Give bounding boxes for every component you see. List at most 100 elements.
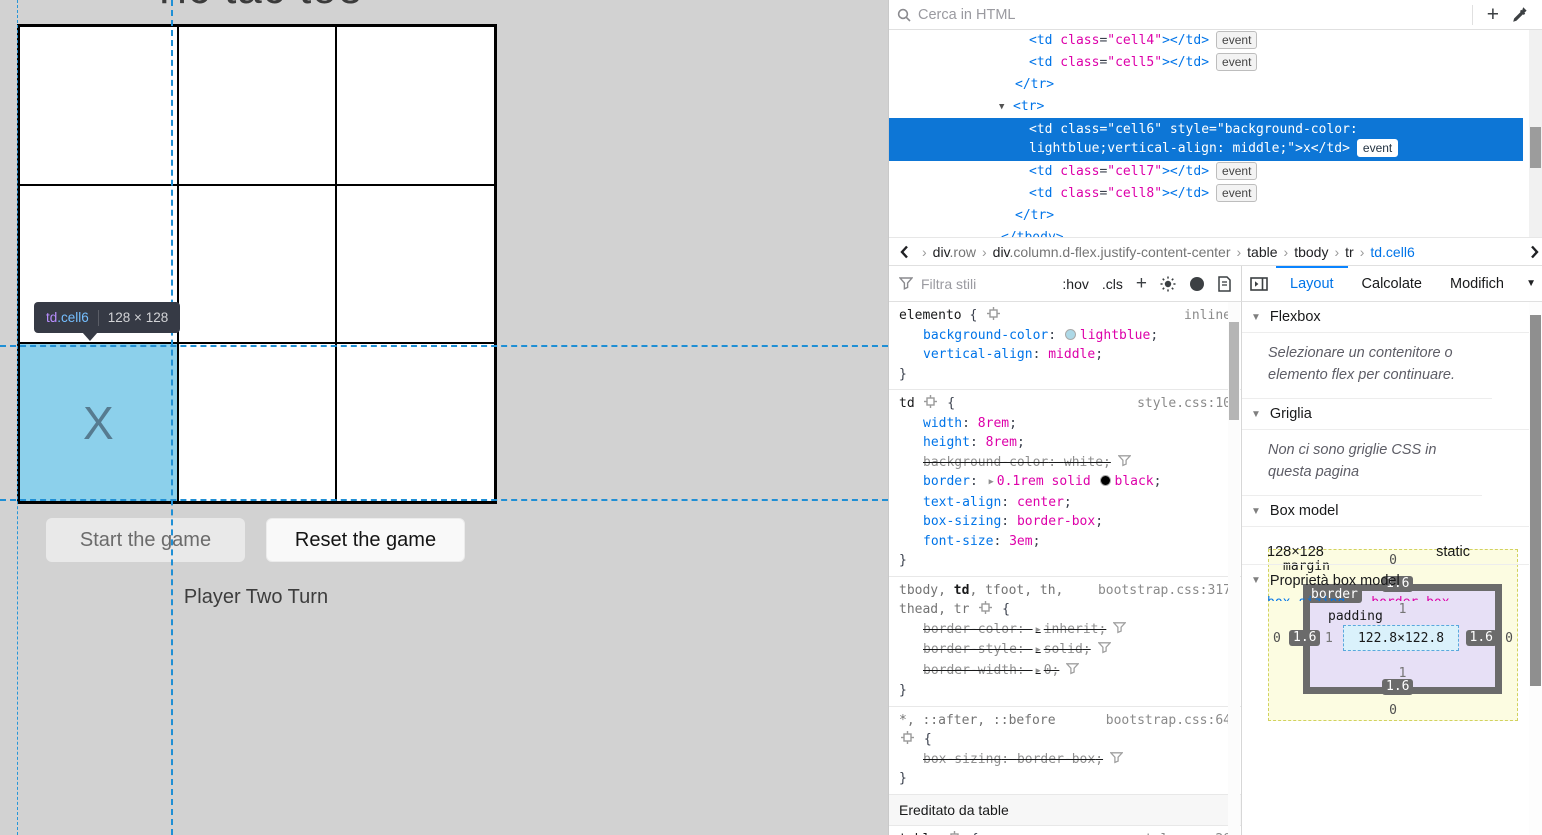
scrollbar-thumb[interactable] bbox=[1530, 127, 1541, 168]
css-declaration[interactable]: border-style: ▶solid; bbox=[899, 640, 1231, 661]
css-rule[interactable]: bootstrap.css:64*, ::after, ::before {bo… bbox=[889, 707, 1241, 795]
highlight-selector-icon[interactable] bbox=[987, 307, 1000, 320]
html-search-bar[interactable]: Cerca in HTML + bbox=[889, 0, 1542, 30]
filter-icon[interactable] bbox=[1110, 752, 1123, 764]
expander-icon[interactable]: ▼ bbox=[999, 96, 1013, 118]
inspector-row[interactable]: <td class="cell8"></td>event bbox=[889, 183, 1523, 205]
board-cell[interactable] bbox=[336, 343, 495, 502]
padding-top-value[interactable]: 1 bbox=[1310, 602, 1495, 617]
grid-section-header[interactable]: ▼ Griglia bbox=[1242, 399, 1542, 430]
event-badge[interactable]: event bbox=[1216, 162, 1257, 180]
css-declaration[interactable]: height: 8rem; bbox=[899, 433, 1231, 453]
stylesheet-link[interactable]: inline bbox=[1184, 306, 1231, 326]
css-declaration[interactable]: background-color: lightblue; bbox=[899, 326, 1231, 346]
flexbox-section-header[interactable]: ▼ Flexbox bbox=[1242, 302, 1542, 333]
pseudo-class-button[interactable]: :hov bbox=[1062, 276, 1088, 292]
event-badge[interactable]: event bbox=[1357, 139, 1398, 157]
filter-styles-placeholder[interactable]: Filtra stili bbox=[921, 276, 1049, 292]
board-cell[interactable] bbox=[336, 26, 495, 185]
border-right-value[interactable]: 1.6 bbox=[1466, 630, 1497, 646]
inspector-row[interactable]: </tr> bbox=[889, 74, 1523, 96]
breadcrumb-item[interactable]: tbody bbox=[1294, 244, 1328, 260]
border-left-value[interactable]: 1.6 bbox=[1289, 630, 1320, 646]
css-declaration[interactable]: box-sizing: border-box; bbox=[899, 750, 1231, 770]
breadcrumb-item[interactable]: td.cell6 bbox=[1370, 244, 1414, 260]
boxmodel-properties-header[interactable]: ▼ Proprietà box model bbox=[1242, 565, 1542, 596]
tab-computed[interactable]: Calcolate bbox=[1348, 266, 1436, 302]
add-rule-button[interactable]: + bbox=[1136, 273, 1147, 295]
margin-bottom-value[interactable]: 0 bbox=[1269, 703, 1517, 718]
css-rule[interactable]: bootstrap.css:317tbody, td, tfoot, th,th… bbox=[889, 577, 1241, 707]
light-theme-icon[interactable] bbox=[1160, 276, 1176, 292]
inspector-row[interactable]: <td class="cell5"></td>event bbox=[889, 52, 1523, 74]
breadcrumb-scroll-right-icon[interactable] bbox=[1529, 245, 1540, 259]
css-declaration[interactable]: border-width: ▶0; bbox=[899, 661, 1231, 682]
inspector-row[interactable]: <td class="cell6" style="background-colo… bbox=[889, 118, 1523, 161]
padding-left-value[interactable]: 1 bbox=[1325, 631, 1333, 646]
event-badge[interactable]: event bbox=[1216, 53, 1257, 71]
filter-icon[interactable] bbox=[1118, 455, 1131, 467]
board-cell[interactable] bbox=[178, 343, 337, 502]
board-cell[interactable] bbox=[178, 185, 337, 344]
breadcrumb-item[interactable]: div.row bbox=[933, 244, 976, 260]
stylesheet-link[interactable]: bootstrap.css:317 bbox=[1098, 581, 1231, 601]
filter-icon[interactable] bbox=[1066, 663, 1079, 675]
breadcrumb-item[interactable]: table bbox=[1247, 244, 1277, 260]
class-toggle-button[interactable]: .cls bbox=[1102, 276, 1123, 292]
css-declaration[interactable]: width: 8rem; bbox=[899, 414, 1231, 434]
css-rule[interactable]: style.css:20table { bbox=[889, 826, 1241, 835]
css-declaration[interactable]: border-color: ▶inherit; bbox=[899, 620, 1231, 641]
css-declaration[interactable]: text-align: center; bbox=[899, 493, 1231, 513]
stylesheet-link[interactable]: style.css:20 bbox=[1137, 830, 1231, 835]
stylesheet-link[interactable]: style.css:10 bbox=[1137, 394, 1231, 414]
css-rule[interactable]: inlineelemento { background-color: light… bbox=[889, 302, 1241, 390]
start-game-button[interactable]: Start the game bbox=[46, 518, 245, 562]
breadcrumb-scroll-left-icon[interactable] bbox=[899, 245, 910, 259]
stylesheet-icon[interactable] bbox=[1218, 276, 1231, 292]
css-rule[interactable]: style.css:10td {width: 8rem;height: 8rem… bbox=[889, 390, 1241, 577]
rules-scrollbar[interactable] bbox=[1228, 302, 1240, 835]
filter-icon[interactable] bbox=[1098, 642, 1111, 654]
tab-layout[interactable]: Layout bbox=[1276, 266, 1348, 302]
board-cell-highlighted[interactable]: X bbox=[19, 343, 178, 502]
board-cell[interactable] bbox=[19, 26, 178, 185]
boxmodel-section-header[interactable]: ▼ Box model bbox=[1242, 496, 1542, 527]
margin-right-value[interactable]: 0 bbox=[1505, 631, 1513, 646]
inspector-row[interactable]: <td class="cell7"></td>event bbox=[889, 161, 1523, 183]
css-declaration[interactable]: vertical-align: middle; bbox=[899, 345, 1231, 365]
reset-game-button[interactable]: Reset the game bbox=[266, 518, 465, 562]
panel-menu-icon[interactable]: ▼ bbox=[1526, 278, 1536, 289]
highlight-selector-icon[interactable] bbox=[924, 395, 937, 408]
css-declaration[interactable]: background-color: white; bbox=[899, 453, 1231, 473]
boxmodel-content-box[interactable]: 122.8×122.8 bbox=[1343, 625, 1459, 651]
print-simulation-icon[interactable] bbox=[1189, 276, 1205, 292]
css-declaration[interactable]: border: ▶0.1rem solid black; bbox=[899, 472, 1231, 493]
highlight-selector-icon[interactable] bbox=[948, 831, 961, 835]
breadcrumb-item[interactable]: div.column.d-flex.justify-content-center bbox=[993, 244, 1231, 260]
color-swatch[interactable] bbox=[1065, 329, 1076, 340]
board-cell[interactable] bbox=[178, 26, 337, 185]
board-cell[interactable] bbox=[336, 185, 495, 344]
stylesheet-link[interactable]: bootstrap.css:64 bbox=[1106, 711, 1231, 731]
color-swatch[interactable] bbox=[1100, 475, 1111, 486]
inspector-row[interactable]: </tbody> bbox=[889, 227, 1523, 237]
expand-panel-icon[interactable] bbox=[1242, 277, 1276, 291]
create-node-button[interactable]: + bbox=[1481, 5, 1505, 25]
inspector-row[interactable]: <td class="cell4"></td>event bbox=[889, 30, 1523, 52]
scrollbar-thumb[interactable] bbox=[1229, 322, 1239, 420]
eyedropper-icon[interactable] bbox=[1505, 6, 1534, 23]
highlight-selector-icon[interactable] bbox=[901, 731, 914, 744]
margin-left-value[interactable]: 0 bbox=[1273, 631, 1281, 646]
css-declaration[interactable]: box-sizing: border-box; bbox=[899, 512, 1231, 532]
inspector-scrollbar[interactable] bbox=[1529, 30, 1542, 237]
highlight-selector-icon[interactable] bbox=[979, 601, 992, 614]
css-declaration[interactable]: font-size: 3em; bbox=[899, 532, 1231, 552]
filter-icon[interactable] bbox=[1113, 622, 1126, 634]
scrollbar-thumb[interactable] bbox=[1530, 315, 1541, 686]
tab-changes[interactable]: Modifich bbox=[1436, 266, 1506, 302]
border-bottom-value[interactable]: 1.6 bbox=[1382, 679, 1413, 695]
inspector-row[interactable]: ▼<tr> bbox=[889, 96, 1523, 118]
breadcrumb-item[interactable]: tr bbox=[1345, 244, 1354, 260]
event-badge[interactable]: event bbox=[1216, 31, 1257, 49]
layout-scrollbar[interactable] bbox=[1529, 302, 1542, 835]
